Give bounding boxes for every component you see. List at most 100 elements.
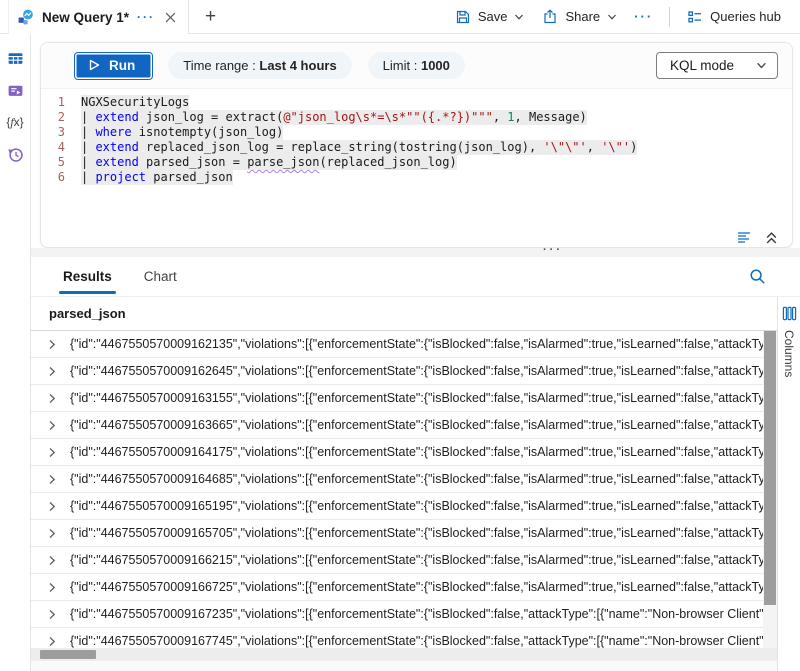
expand-row-icon[interactable] [47,528,57,539]
tab-title: New Query 1* [42,10,129,25]
table-row[interactable]: {"id":"4467550570009163155","violations"… [31,385,763,412]
tab-more-button[interactable]: ··· [137,10,155,24]
code-line[interactable]: 1NGXSecurityLogs [41,95,792,110]
run-label: Run [109,58,135,73]
row-json-text: {"id":"4467550570009164685","violations"… [70,472,763,486]
code-text: | extend replaced_json_log = replace_str… [81,140,637,155]
expand-row-icon[interactable] [47,609,57,620]
query-mode-select[interactable]: KQL mode [656,52,778,79]
row-json-text: {"id":"4467550570009166725","violations"… [70,580,763,594]
expand-row-icon[interactable] [47,501,57,512]
time-range-value: Last 4 hours [259,58,336,73]
format-query-icon[interactable] [737,231,752,244]
connections-table-icon[interactable] [6,49,24,67]
save-button[interactable]: Save [448,4,532,30]
query-toolbar: Run Time range : Last 4 hours Limit : 10… [41,43,792,89]
line-number: 1 [41,95,81,110]
limit-picker[interactable]: Limit : 1000 [368,52,465,79]
vertical-scrollbar[interactable] [763,331,777,648]
line-number: 5 [41,155,81,170]
query-editor[interactable]: 1NGXSecurityLogs2| extend json_log = ext… [41,89,792,247]
run-button[interactable]: Run [75,53,152,79]
new-tab-button[interactable]: + [189,0,232,33]
code-line[interactable]: 2| extend json_log = extract(@"json_log\… [41,110,792,125]
code-text: | project parsed_json [81,170,233,185]
row-json-text: {"id":"4467550570009165195","violations"… [70,499,763,513]
query-mode-value: KQL mode [670,58,734,73]
table-row[interactable]: {"id":"4467550570009167235","violations"… [31,601,763,628]
code-line[interactable]: 5| extend parsed_json = parse_json(repla… [41,155,792,170]
collapse-editor-icon[interactable] [765,231,778,244]
expand-row-icon[interactable] [47,636,57,647]
queries-hub-icon [687,9,703,25]
expand-row-icon[interactable] [47,474,57,485]
expand-row-icon[interactable] [47,447,57,458]
expand-row-icon[interactable] [47,366,57,377]
save-icon [455,9,471,25]
columns-side-panel[interactable]: Columns [777,297,800,671]
app-body: {fx} Run Time [0,34,800,671]
more-commands-button[interactable]: ··· [628,4,659,29]
queries-hub-button[interactable]: Queries hub [680,4,788,30]
search-results-icon[interactable] [749,268,766,285]
tab-results[interactable]: Results [61,258,114,295]
code-text: | where isnotempty(json_log) [81,125,283,140]
limit-value: 1000 [421,58,450,73]
grid-center: parsed_json {"id":"4467550570009162135",… [31,297,777,671]
queries-hub-label: Queries hub [710,9,781,24]
line-number: 4 [41,140,81,155]
table-row[interactable]: {"id":"4467550570009164685","violations"… [31,466,763,493]
functions-icon[interactable]: {fx} [6,113,24,131]
panel-splitter[interactable]: ··· [31,248,800,257]
editor-corner-actions [737,231,778,244]
table-row[interactable]: {"id":"4467550570009166725","violations"… [31,574,763,601]
splitter-handle[interactable]: ··· [543,244,563,256]
row-json-text: {"id":"4467550570009163665","violations"… [70,418,763,432]
code-text: NGXSecurityLogs [81,95,189,110]
code-line[interactable]: 6| project parsed_json [41,170,792,185]
saved-scripts-icon[interactable] [6,81,24,99]
code-text: | extend parsed_json = parse_json(replac… [81,155,457,170]
expand-row-icon[interactable] [47,420,57,431]
limit-label: Limit : [383,58,418,73]
query-tab[interactable]: New Query 1* ··· [8,0,189,34]
row-json-text: {"id":"4467550570009163155","violations"… [70,391,763,405]
columns-panel-label[interactable]: Columns [782,330,796,377]
query-history-icon[interactable] [6,145,24,163]
line-number: 6 [41,170,81,185]
expand-row-icon[interactable] [47,582,57,593]
expand-row-icon[interactable] [47,339,57,350]
table-row[interactable]: {"id":"4467550570009164175","violations"… [31,439,763,466]
left-rail: {fx} [0,34,31,671]
column-header-parsed-json[interactable]: parsed_json [31,297,777,331]
time-range-picker[interactable]: Time range : Last 4 hours [168,52,351,79]
tab-chart[interactable]: Chart [142,258,179,295]
table-row[interactable]: {"id":"4467550570009162135","violations"… [31,331,763,358]
code-line[interactable]: 4| extend replaced_json_log = replace_st… [41,140,792,155]
adx-app-icon [17,9,34,26]
table-row[interactable]: {"id":"4467550570009167745","violations"… [31,628,763,648]
results-grid: parsed_json {"id":"4467550570009162135",… [31,297,800,671]
table-row[interactable]: {"id":"4467550570009166215","violations"… [31,547,763,574]
main-column: Run Time range : Last 4 hours Limit : 10… [31,34,800,671]
horizontal-scrollbar[interactable] [31,648,777,661]
table-row[interactable]: {"id":"4467550570009162645","violations"… [31,358,763,385]
code-lines: 1NGXSecurityLogs2| extend json_log = ext… [41,95,792,185]
horizontal-scrollbar-thumb[interactable] [40,650,96,659]
row-json-text: {"id":"4467550570009162135","violations"… [70,337,763,351]
expand-row-icon[interactable] [47,555,57,566]
share-button[interactable]: Share [535,4,624,30]
share-icon [542,9,558,25]
vertical-scrollbar-thumb[interactable] [764,331,776,605]
code-line[interactable]: 3| where isnotempty(json_log) [41,125,792,140]
query-area: Run Time range : Last 4 hours Limit : 10… [31,34,800,248]
row-json-text: {"id":"4467550570009167235","violations"… [70,607,763,621]
close-tab-icon[interactable] [163,10,178,25]
share-label: Share [565,9,600,24]
table-row[interactable]: {"id":"4467550570009163665","violations"… [31,412,763,439]
line-number: 2 [41,110,81,125]
expand-row-icon[interactable] [47,393,57,404]
table-row[interactable]: {"id":"4467550570009165195","violations"… [31,493,763,520]
table-row[interactable]: {"id":"4467550570009165705","violations"… [31,520,763,547]
columns-icon[interactable] [782,306,797,321]
